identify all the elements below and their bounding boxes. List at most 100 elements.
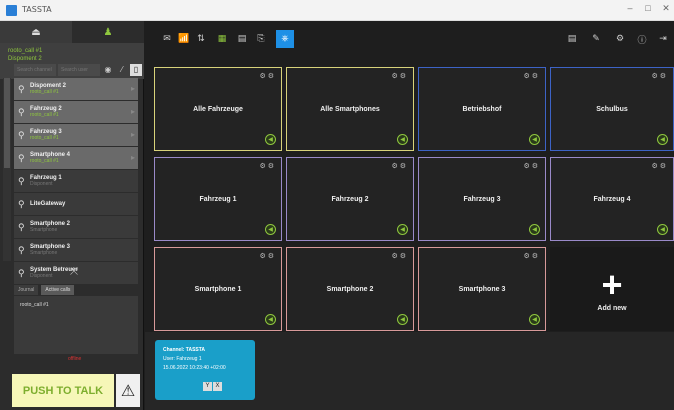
channel-text: LiteGateway	[30, 201, 65, 207]
channel-item[interactable]: ⚲ Smartphone 3 Smartphone	[14, 239, 138, 261]
tile-name: Schulbus	[596, 105, 628, 113]
chevron-right-icon[interactable]: ▸	[131, 84, 135, 93]
channel-item[interactable]: ⚲ Smartphone 4 rooto_call #1 ▸	[14, 147, 138, 169]
export-icon[interactable]: ⎘	[253, 31, 269, 47]
location-pin-icon: ⚲	[18, 107, 25, 117]
speaker-icon[interactable]: ◀	[529, 224, 540, 235]
speaker-icon[interactable]: ◀	[265, 134, 276, 145]
collapse-icon[interactable]: ⤧	[64, 267, 84, 281]
add-new-tile[interactable]: + Add new	[550, 247, 674, 331]
tile-name: Fahrzeug 3	[463, 195, 501, 203]
journal-icon[interactable]: ▤	[564, 31, 580, 47]
channel-subtitle: Disponent	[30, 181, 53, 187]
messages-icon[interactable]: ✉	[159, 31, 175, 47]
tile-options-icons[interactable]: ⚙⚙	[523, 72, 540, 80]
visibility-icon[interactable]: ◉	[102, 64, 114, 76]
radio-icon[interactable]: 📶	[176, 31, 192, 47]
channel-tile[interactable]: ⚙⚙ Smartphone 2 ◀	[286, 247, 414, 331]
info-icon[interactable]: ⓘ	[634, 31, 650, 47]
dismiss-call-button[interactable]: X	[213, 382, 222, 391]
speaker-icon[interactable]: ◀	[265, 224, 276, 235]
channel-tile[interactable]: ⚙⚙ Fahrzeug 3 ◀	[418, 157, 546, 241]
tile-name: Smartphone 2	[326, 285, 374, 293]
location-pin-icon: ⚲	[18, 153, 25, 163]
speaker-icon[interactable]: ◀	[529, 314, 540, 325]
tile-options-icons[interactable]: ⚙⚙	[391, 252, 408, 260]
speaker-icon[interactable]: ◀	[397, 224, 408, 235]
channel-item[interactable]: ⚲ Fahrzeug 3 rooto_call #1 ▸	[14, 124, 138, 146]
channel-text: Dispoment 2 rooto_call #1	[30, 83, 66, 95]
sidebar-tabs: ⏏ ♟	[0, 21, 144, 43]
document-icon[interactable]: ▤	[234, 31, 250, 47]
tab-journal[interactable]: Journal	[14, 285, 39, 295]
tile-options-icons[interactable]: ⚙⚙	[523, 252, 540, 260]
channel-item[interactable]: ⚲ Fahrzeug 2 rooto_call #1 ▸	[14, 101, 138, 123]
call-card[interactable]: Channel: TASSTA User: Fahrzeug 1 15.06.2…	[155, 340, 255, 400]
call-card-user: User: Fahrzeug 1	[163, 356, 202, 362]
channel-tile[interactable]: ⚙⚙ Fahrzeug 1 ◀	[154, 157, 282, 241]
dispatch-icon[interactable]: ⎈	[276, 30, 294, 48]
user-tab-icon[interactable]: ♟	[72, 21, 144, 43]
filter-icon[interactable]: ⁄	[116, 64, 128, 76]
location-pin-icon: ⚲	[18, 268, 25, 278]
push-to-talk-button[interactable]: PUSH TO TALK	[12, 374, 114, 407]
channel-text: Fahrzeug 1 Disponent	[30, 175, 62, 187]
speaker-icon[interactable]: ◀	[529, 134, 540, 145]
tile-options-icons[interactable]: ⚙⚙	[651, 162, 668, 170]
tile-options-icons[interactable]: ⚙⚙	[259, 162, 276, 170]
speaker-icon[interactable]: ◀	[657, 134, 668, 145]
emergency-warning-button[interactable]: ⚠	[116, 374, 140, 407]
tile-options-icons[interactable]: ⚙⚙	[391, 72, 408, 80]
logout-icon[interactable]: ⇥	[655, 31, 671, 47]
chevron-right-icon[interactable]: ▸	[131, 107, 135, 116]
channel-tile[interactable]: ⚙⚙ Schulbus ◀	[550, 67, 674, 151]
channel-tile[interactable]: ⚙⚙ Fahrzeug 2 ◀	[286, 157, 414, 241]
minimize-button[interactable]: –	[622, 3, 638, 13]
speaker-icon[interactable]: ◀	[657, 224, 668, 235]
edit-icon[interactable]: ✎	[588, 31, 604, 47]
transfer-icon[interactable]: ⇅	[193, 31, 209, 47]
location-pin-icon: ⚲	[18, 199, 25, 209]
channel-tile[interactable]: ⚙⚙ Smartphone 3 ◀	[418, 247, 546, 331]
channel-tile[interactable]: ⚙⚙ Betriebshof ◀	[418, 67, 546, 151]
settings-icon[interactable]: ⚙	[612, 31, 628, 47]
grid-icon[interactable]: ▦	[214, 31, 230, 47]
tile-options-icons[interactable]: ⚙⚙	[651, 72, 668, 80]
search-row: ◉ ⁄ ▯	[14, 64, 142, 76]
channel-list: ⚲ Dispoment 2 rooto_call #1 ▸ ⚲ Fahrzeug 2 roo…	[14, 78, 138, 285]
channel-tile[interactable]: ⚙⚙ Alle Fahrzeuge ◀	[154, 67, 282, 151]
tile-name: Fahrzeug 4	[593, 195, 631, 203]
channel-tile[interactable]: ⚙⚙ Smartphone 1 ◀	[154, 247, 282, 331]
channel-list-scrollbar[interactable]	[3, 78, 11, 261]
close-button[interactable]: ✕	[658, 3, 674, 14]
chevron-right-icon[interactable]: ▸	[131, 130, 135, 139]
warning-icon: ⚠	[120, 382, 136, 400]
channel-item[interactable]: ⚲ Smartphone 2 Smartphone	[14, 216, 138, 238]
scrollbar-thumb[interactable]	[4, 78, 10, 168]
sort-icon[interactable]: ▯	[130, 64, 142, 76]
call-card-channel: Channel: TASSTA	[163, 347, 206, 353]
channel-subtitle: Smartphone	[30, 227, 58, 233]
channel-item[interactable]: ⚲ LiteGateway	[14, 193, 138, 215]
tile-options-icons[interactable]: ⚙⚙	[523, 162, 540, 170]
channel-text: Smartphone 3 Smartphone	[30, 244, 70, 256]
search-channel-input[interactable]	[14, 64, 56, 76]
speaker-icon[interactable]: ◀	[397, 314, 408, 325]
speaker-icon[interactable]: ◀	[397, 134, 408, 145]
tab-active-calls[interactable]: Active calls	[41, 285, 75, 295]
channel-item[interactable]: ⚲ Dispoment 2 rooto_call #1 ▸	[14, 78, 138, 100]
toolbar: ✉ 📶 ⇅ ▦ ▤ ⎘ ⎈ ▤ ✎ ⚙ ⓘ ⇥	[145, 21, 674, 61]
channel-item[interactable]: ⚲ Fahrzeug 1 Disponent	[14, 170, 138, 192]
search-user-input[interactable]	[58, 64, 100, 76]
accept-call-button[interactable]: Y	[203, 382, 212, 391]
speaker-icon[interactable]: ◀	[265, 314, 276, 325]
channels-tab-icon[interactable]: ⏏	[0, 21, 72, 43]
channel-tile[interactable]: ⚙⚙ Fahrzeug 4 ◀	[550, 157, 674, 241]
user-info-line2: Dispoment 2	[8, 56, 42, 62]
tile-options-icons[interactable]: ⚙⚙	[259, 252, 276, 260]
chevron-right-icon[interactable]: ▸	[131, 153, 135, 162]
tile-options-icons[interactable]: ⚙⚙	[259, 72, 276, 80]
channel-tile[interactable]: ⚙⚙ Alle Smartphones ◀	[286, 67, 414, 151]
tile-options-icons[interactable]: ⚙⚙	[391, 162, 408, 170]
maximize-button[interactable]: □	[640, 3, 656, 13]
